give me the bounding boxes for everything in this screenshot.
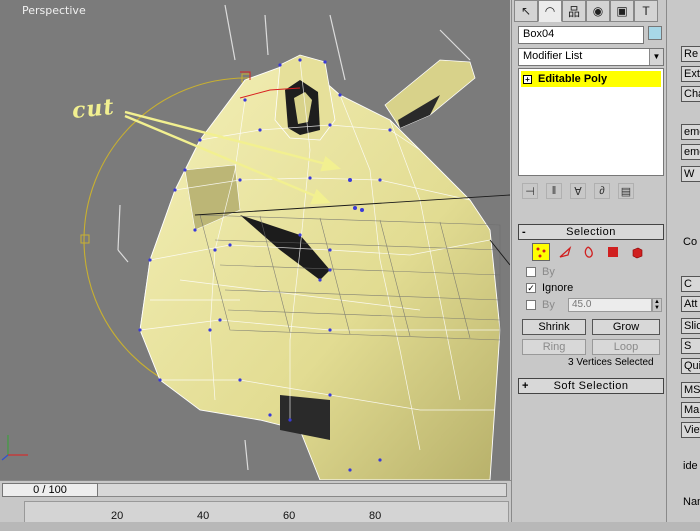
modify-icon[interactable]: ◠: [538, 0, 562, 22]
perspective-viewport[interactable]: Perspective cut: [0, 0, 510, 480]
chamfer-button[interactable]: Cha: [681, 86, 700, 102]
modifier-list-label: Modifier List: [523, 50, 583, 62]
by-vertex-checkbox[interactable]: By: [526, 266, 555, 278]
edge-icon[interactable]: [556, 243, 574, 261]
configure-sets-icon[interactable]: ▤: [618, 183, 634, 199]
expand-icon: +: [522, 380, 529, 392]
shrink-button[interactable]: Shrink: [522, 319, 586, 335]
checkbox-box[interactable]: [526, 300, 536, 310]
constraints-label: Co: [683, 236, 698, 248]
tick-label: 40: [197, 510, 210, 522]
chevron-down-icon[interactable]: ▼: [649, 49, 663, 65]
weld-button[interactable]: W: [681, 166, 700, 182]
modifier-list-dropdown[interactable]: Modifier List ▼: [518, 48, 664, 66]
command-panel: ↖ ◠ 品 ◉ ▣ T Box04 Modifier List ▼ + Edit…: [511, 0, 665, 531]
slice-button[interactable]: S: [681, 338, 700, 354]
modifier-stack[interactable]: + Editable Poly: [518, 68, 664, 176]
by-angle-checkbox[interactable]: By: [526, 299, 555, 311]
angle-spinner[interactable]: 45.0: [568, 298, 652, 312]
ring-button[interactable]: Ring: [522, 339, 586, 355]
time-slider-thumb[interactable]: 0 / 100: [2, 483, 98, 497]
remove-button-1[interactable]: emov: [681, 124, 700, 140]
viewport-label[interactable]: Perspective: [22, 4, 86, 17]
element-icon[interactable]: [628, 243, 646, 261]
collapse-icon: -: [522, 226, 527, 238]
repeat-last-button[interactable]: Re: [681, 46, 700, 62]
polygon-icon[interactable]: [604, 243, 622, 261]
soft-selection-rollout-header[interactable]: + Soft Selection: [518, 378, 664, 394]
border-icon[interactable]: [580, 243, 598, 261]
create-button[interactable]: C: [681, 276, 700, 292]
remove-modifier-icon[interactable]: ∂: [594, 183, 610, 199]
object-color-swatch[interactable]: [648, 26, 662, 40]
view-align-button[interactable]: View: [681, 422, 700, 438]
tick-label: 80: [369, 510, 382, 522]
display-icon[interactable]: ▣: [610, 0, 634, 22]
loop-button[interactable]: Loop: [592, 339, 660, 355]
slice-plane-button[interactable]: Slic: [681, 318, 700, 334]
command-tabs: ↖ ◠ 品 ◉ ▣ T: [514, 0, 664, 22]
by-angle-label: By: [542, 299, 555, 311]
mesh-render: [1, 4, 510, 480]
spinner-arrows-icon[interactable]: ▲ ▼: [652, 298, 662, 312]
stack-item-editable-poly[interactable]: + Editable Poly: [521, 71, 661, 87]
show-end-result-icon[interactable]: ‖: [546, 183, 562, 199]
hide-label: ide: [683, 460, 698, 472]
make-unique-icon[interactable]: ∀: [570, 183, 586, 199]
tick-label: 20: [111, 510, 124, 522]
stack-item-label: Editable Poly: [538, 73, 608, 85]
expand-icon[interactable]: +: [523, 74, 532, 84]
selection-rollout-header[interactable]: - Selection: [518, 224, 664, 240]
ignore-backfacing-label: Ignore: [542, 282, 574, 294]
remove-button-2[interactable]: emov: [681, 144, 700, 160]
named-label: Nam: [683, 496, 700, 508]
motion-icon[interactable]: ◉: [586, 0, 610, 22]
hierarchy-icon[interactable]: 品: [562, 0, 586, 22]
grow-button[interactable]: Grow: [592, 319, 660, 335]
vertex-icon[interactable]: [532, 243, 550, 261]
check-icon[interactable]: ✓: [526, 283, 536, 293]
quickslice-button[interactable]: Quic: [681, 358, 700, 374]
stack-toolbar: ⊣ ‖ ∀ ∂ ▤: [516, 180, 664, 202]
utilities-icon[interactable]: T: [634, 0, 658, 22]
ignore-backfacing-checkbox[interactable]: ✓ Ignore: [526, 282, 573, 294]
by-vertex-label: By: [542, 266, 555, 278]
make-planar-button[interactable]: Make: [681, 402, 700, 418]
edit-geometry-panel-partial: Re Ext Cha emov emov W Co C Att Slic S Q…: [666, 0, 700, 531]
attach-button[interactable]: Att: [681, 296, 700, 312]
selection-title: Selection: [566, 226, 616, 238]
soft-selection-title: Soft Selection: [553, 380, 629, 392]
pin-stack-icon[interactable]: ⊣: [522, 183, 538, 199]
status-bar: [0, 522, 700, 531]
annotation-label: cut: [70, 93, 116, 125]
selection-status: 3 Vertices Selected: [568, 357, 654, 368]
extrude-button[interactable]: Ext: [681, 66, 700, 82]
tick-label: 60: [283, 510, 296, 522]
subobject-icons: [532, 243, 646, 261]
create-icon[interactable]: ↖: [514, 0, 538, 22]
object-name-field[interactable]: Box04: [518, 26, 644, 44]
track-bar[interactable]: 20 40 60 80: [24, 501, 509, 523]
msmooth-button[interactable]: MSm: [681, 382, 700, 398]
checkbox-box[interactable]: [526, 267, 536, 277]
